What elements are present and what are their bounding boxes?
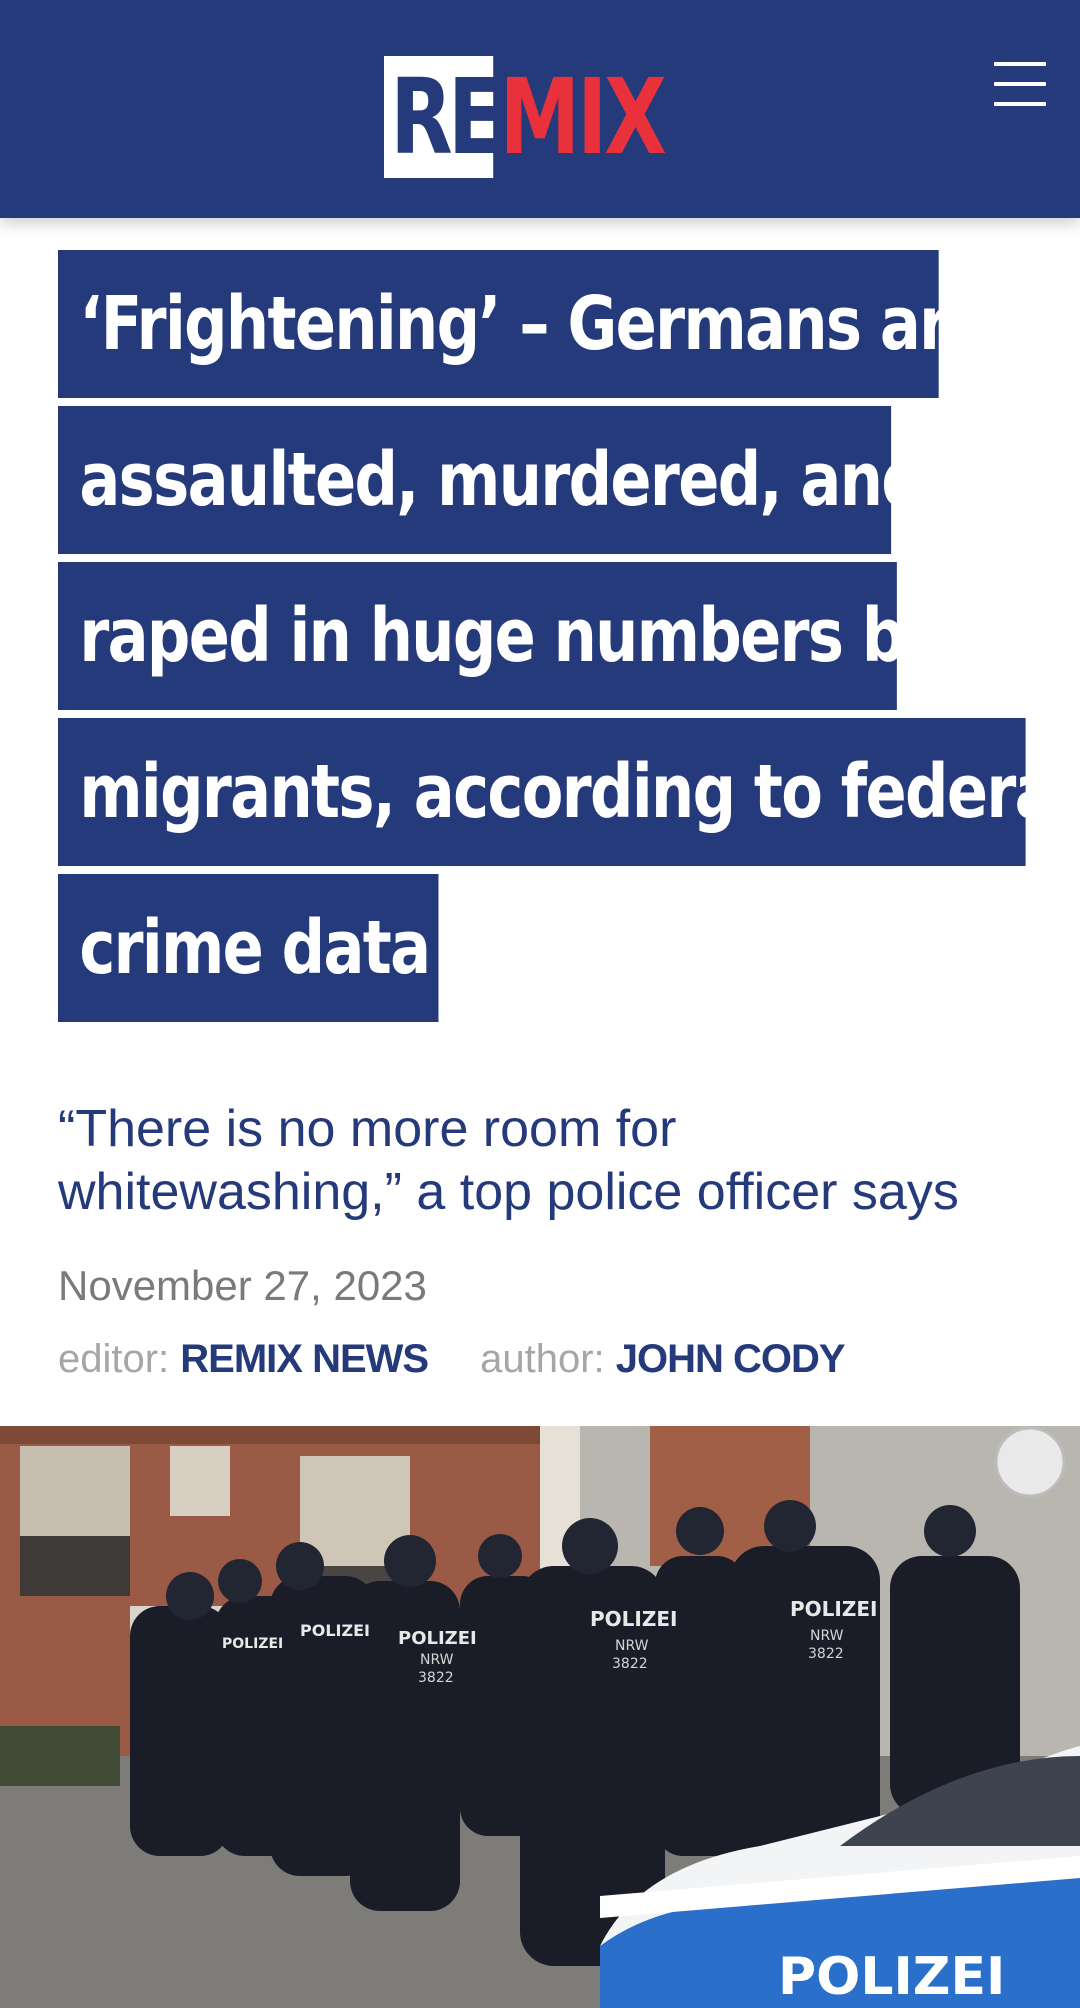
menu-bar-top [994, 62, 1046, 66]
vest-sub-label-2: NRW [615, 1638, 649, 1654]
title-line-4: migrants, according to federal [58, 718, 1075, 866]
author-link[interactable]: JOHN CODY [616, 1337, 846, 1381]
vest-number: 3822 [418, 1670, 454, 1686]
article-subtitle: “There is no more room for whitewashing,… [58, 1100, 959, 1221]
remix-logo[interactable]: RE MIX [384, 56, 710, 178]
logo-mix-text: MIX [499, 56, 667, 178]
title-line-1: ‘Frightening’ – Germans are [58, 250, 989, 398]
vest-label-5: POLIZEI [790, 1597, 877, 1621]
editor-label: editor: [58, 1337, 170, 1381]
vest-label-3: POLIZEI [398, 1628, 477, 1649]
article-credits: editor: REMIX NEWS author: JOHN CODY [58, 1333, 846, 1385]
menu-bar-bottom [994, 102, 1046, 106]
hamburger-menu-icon[interactable] [994, 62, 1050, 106]
vest-label-1: POLIZEI [222, 1636, 283, 1652]
title-line-3: raped in huge numbers by [58, 562, 943, 710]
editor-link[interactable]: REMIX NEWS [180, 1337, 429, 1381]
author-label: author: [480, 1337, 605, 1381]
vest-number-2: 3822 [612, 1656, 648, 1672]
publish-date: November 27, 2023 [58, 1262, 427, 1309]
menu-bar-middle [994, 82, 1046, 86]
vest-sub-label-3: NRW [810, 1628, 844, 1644]
vest-sub-label: NRW [420, 1652, 454, 1668]
vest-number-3: 3822 [808, 1646, 844, 1662]
article-title: ‘Frightening’ – Germans are assaulted, m… [58, 250, 1075, 1030]
vest-label-4: POLIZEI [590, 1607, 677, 1631]
car-polizei-text: POLIZEI [778, 1947, 1005, 2007]
vest-label-2: POLIZEI [300, 1621, 370, 1640]
article-hero-image: POLIZEI POLIZEI POLIZEI POLIZEI POLIZEI … [0, 1426, 1080, 2008]
title-line-5: crime data [58, 874, 439, 1022]
title-line-2: assaulted, murdered, and [58, 406, 925, 554]
logo-re-text: RE [384, 56, 503, 178]
site-header: RE MIX [0, 0, 1080, 218]
